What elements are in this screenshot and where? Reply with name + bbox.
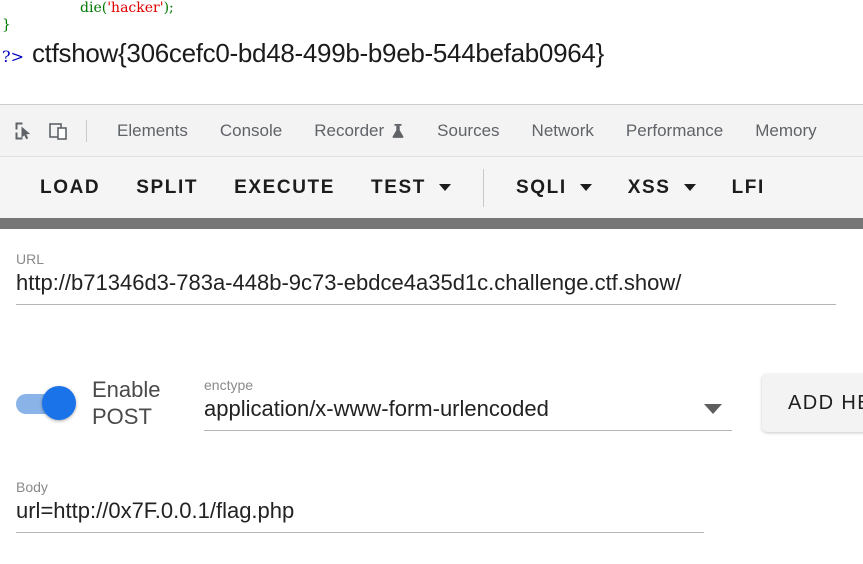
chevron-down-icon[interactable] <box>683 184 696 191</box>
tab-label: Memory <box>755 121 817 140</box>
post-options-row: Enable POST enctype application/x-www-fo… <box>16 363 863 443</box>
hackbar-toolbar: LOAD SPLIT EXECUTE TEST SQLI XSS LFI <box>0 157 863 218</box>
hackbar-button-label: EXECUTE <box>234 176 336 198</box>
code-token: die <box>80 0 102 16</box>
url-field: URL http://b71346d3-783a-448b-9c73-ebdce… <box>16 250 836 305</box>
body-input[interactable]: url=http://0x7F.0.0.1/flag.php <box>16 496 704 526</box>
toggle-thumb <box>42 386 76 420</box>
body-field: Body url=http://0x7F.0.0.1/flag.php <box>16 478 704 533</box>
hackbar-button-sqli[interactable]: SQLI <box>498 157 610 218</box>
hackbar-button-execute[interactable]: EXECUTE <box>216 157 353 218</box>
enctype-underline <box>204 429 732 431</box>
hackbar-divider <box>483 168 484 207</box>
body-underline <box>16 532 704 533</box>
url-label: URL <box>16 251 45 267</box>
inspect-element-icon[interactable] <box>8 115 40 147</box>
chevron-down-icon[interactable] <box>704 403 722 414</box>
enable-post-toggle[interactable] <box>16 386 78 420</box>
hackbar-button-label: LOAD <box>40 176 101 198</box>
url-underline <box>16 304 836 305</box>
code-line: die('hacker'); <box>0 0 863 17</box>
toolbar-gray-divider <box>0 218 863 229</box>
tab-label: Recorder <box>314 121 385 140</box>
page-content-area: die('hacker');} ?> ctfshow{306cefc0-bd48… <box>0 0 863 105</box>
hackbar-button-split[interactable]: SPLIT <box>118 157 216 218</box>
flag-text: ctfshow{306cefc0-bd48-499b-b9eb-544befab… <box>31 38 604 68</box>
code-token: } <box>2 17 11 33</box>
hackbar-button-label: LFI <box>731 176 765 198</box>
devtools-tab-bar: Elements Console Recorder Sources Network Per… <box>0 105 863 157</box>
code-token: ; <box>169 0 174 16</box>
hackbar-button-test[interactable]: TEST <box>353 157 469 218</box>
tab-memory[interactable]: Memory <box>739 105 832 156</box>
enctype-field: enctype application/x-www-form-urlencode… <box>204 376 732 431</box>
tab-label: Sources <box>437 121 500 140</box>
hackbar-buttons-container: LOAD SPLIT EXECUTE TEST SQLI XSS LFI <box>22 157 783 218</box>
tab-sources[interactable]: Sources <box>421 105 515 156</box>
device-toolbar-icon[interactable] <box>42 115 74 147</box>
tab-console[interactable]: Console <box>204 105 298 156</box>
hackbar-button-label: XSS <box>627 176 671 198</box>
url-input[interactable]: http://b71346d3-783a-448b-9c73-ebdce4a35… <box>16 268 836 298</box>
enctype-label: enctype <box>204 376 254 393</box>
tab-recorder[interactable]: Recorder <box>298 105 421 156</box>
hackbar-button-load[interactable]: LOAD <box>22 157 118 218</box>
tab-label: Performance <box>625 121 724 140</box>
tab-label: Console <box>219 121 283 140</box>
hackbar-button-label: TEST <box>371 176 426 198</box>
tab-label: Elements <box>117 121 188 140</box>
tab-network[interactable]: Network <box>516 105 610 156</box>
hackbar-button-label: SQLI <box>516 176 567 198</box>
chevron-down-icon[interactable] <box>579 184 592 191</box>
enable-post-label: Enable POST <box>92 377 161 429</box>
code-token: 'hacker' <box>107 0 164 16</box>
hackbar-form-area: URL http://b71346d3-783a-448b-9c73-ebdce… <box>0 229 863 564</box>
tab-elements[interactable]: Elements <box>101 105 204 156</box>
php-source-code: die('hacker');} <box>0 0 863 34</box>
code-line: } <box>0 17 863 34</box>
tab-label: Network <box>531 121 594 140</box>
body-label: Body <box>16 479 48 495</box>
tab-performance[interactable]: Performance <box>610 105 739 156</box>
hackbar-button-label: SPLIT <box>136 176 199 198</box>
devtools-tabs-container: Elements Console Recorder Sources Network Per… <box>101 105 833 156</box>
enctype-select[interactable]: application/x-www-form-urlencoded <box>204 394 549 424</box>
hackbar-button-lfi[interactable]: LFI <box>714 157 783 218</box>
flag-output-line: ?> ctfshow{306cefc0-bd48-499b-b9eb-544be… <box>0 38 863 69</box>
toolbar-divider <box>86 119 87 142</box>
php-close-tag: ?> <box>2 47 24 66</box>
add-header-button[interactable]: ADD HEADER <box>762 374 863 432</box>
chevron-down-icon[interactable] <box>439 184 451 191</box>
flask-icon <box>391 123 405 139</box>
hackbar-button-xss[interactable]: XSS <box>610 157 714 218</box>
